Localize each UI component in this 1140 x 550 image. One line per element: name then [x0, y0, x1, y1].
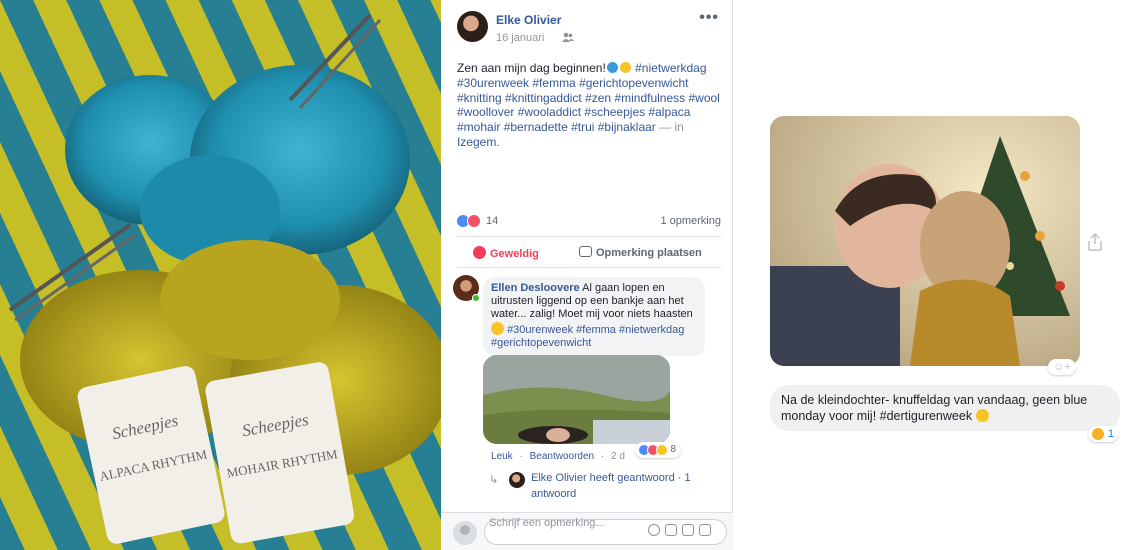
- replies-summary[interactable]: Elke Olivier heeft geantwoord · 1 antwoo…: [531, 471, 731, 502]
- heart-eyes-reaction-icon: [1092, 428, 1104, 440]
- comment-actions: Leuk · Beantwoorden · 2 d: [491, 451, 629, 462]
- knitting-photo-image: Scheepjes ALPACA RHYTHM Scheepjes MOHAIR…: [0, 0, 441, 550]
- love-button-label: Geweldig: [490, 248, 539, 260]
- replier-avatar: [509, 472, 525, 488]
- comment-like-link[interactable]: Leuk: [491, 451, 513, 462]
- commenter-name-link[interactable]: Ellen Desloovere: [491, 282, 580, 294]
- message-text: Na de kleindochter- knuffeldag van vanda…: [781, 393, 1088, 423]
- love-reaction-button[interactable]: Geweldig: [473, 246, 539, 260]
- globe-emoji-icon: [606, 62, 618, 73]
- dot-separator: ·: [519, 451, 523, 462]
- comment-bubble: Ellen Desloovere Al gaan lopen en uitrus…: [483, 277, 705, 357]
- comment-button-label: Opmerking plaatsen: [596, 247, 702, 259]
- star-eyes-emoji-icon: [619, 62, 631, 73]
- reaction-count[interactable]: 14: [486, 215, 498, 227]
- camera-icon[interactable]: [665, 524, 677, 536]
- audience-friends-icon[interactable]: [562, 32, 574, 43]
- comment-count-link[interactable]: 1 opmerking: [660, 215, 721, 227]
- comment-hashtags[interactable]: #30urenweek #femma #nietwerkdag #gericht…: [491, 324, 684, 349]
- message-reaction-count: 1: [1107, 428, 1114, 440]
- add-reaction-icon[interactable]: ☺+: [1048, 359, 1076, 375]
- reactions-summary[interactable]: 14 1 opmerking: [456, 213, 721, 229]
- author-name-link[interactable]: Elke Olivier: [496, 13, 561, 27]
- reply-arrow-icon: ↳: [489, 474, 499, 486]
- comment-input-placeholder[interactable]: Schrijf een opmerking...: [489, 517, 605, 529]
- location-link[interactable]: Izegem.: [457, 135, 500, 149]
- share-icon[interactable]: [1087, 233, 1103, 251]
- post-action-bar: Geweldig Opmerking plaatsen: [457, 236, 721, 268]
- emoji-icon[interactable]: [648, 524, 660, 536]
- heart-icon: [473, 246, 486, 259]
- post-intro-text: Zen aan mijn dag beginnen!: [457, 61, 606, 75]
- haha-reaction-icon: [656, 444, 668, 456]
- post-date-link[interactable]: 16 januari: [496, 32, 544, 44]
- message-photo[interactable]: [770, 116, 1080, 366]
- gif-icon[interactable]: [682, 524, 694, 536]
- comment-age[interactable]: 2 d: [611, 451, 625, 462]
- comment-icon: [579, 246, 592, 257]
- relieved-emoji-icon: [975, 408, 989, 422]
- love-reaction-icon: [467, 214, 481, 228]
- author-avatar[interactable]: [457, 11, 488, 42]
- comment-photo-image: [483, 355, 670, 444]
- location-separator: — in: [659, 120, 684, 135]
- sticker-icon[interactable]: [699, 524, 711, 536]
- message-reaction-badge[interactable]: 1: [1088, 426, 1118, 442]
- current-user-avatar: [453, 521, 477, 545]
- message-photo-image: [770, 116, 1080, 366]
- comment-reply-link[interactable]: Beantwoorden: [530, 451, 595, 462]
- dot-separator: ·: [600, 451, 605, 462]
- post-panel: Elke Olivier 16 januari ••• Zen aan mijn…: [441, 0, 733, 550]
- online-status-icon: [472, 294, 480, 302]
- smile-emoji-icon: [491, 321, 504, 335]
- message-bubble: Na de kleindochter- knuffeldag van vanda…: [770, 385, 1120, 431]
- comment-button[interactable]: Opmerking plaatsen: [579, 246, 702, 259]
- composer-icons: [648, 524, 716, 539]
- post-header: Elke Olivier 16 januari •••: [457, 10, 722, 47]
- post-photo[interactable]: Scheepjes ALPACA RHYTHM Scheepjes MOHAIR…: [0, 0, 441, 550]
- more-options-icon[interactable]: •••: [699, 10, 719, 26]
- comment-photo[interactable]: [483, 355, 670, 444]
- post-body-text: Zen aan mijn dag beginnen! #nietwerkdag …: [457, 61, 727, 150]
- comment-reaction-count: 8: [670, 444, 676, 455]
- comment-reactions-summary[interactable]: 8: [635, 442, 681, 458]
